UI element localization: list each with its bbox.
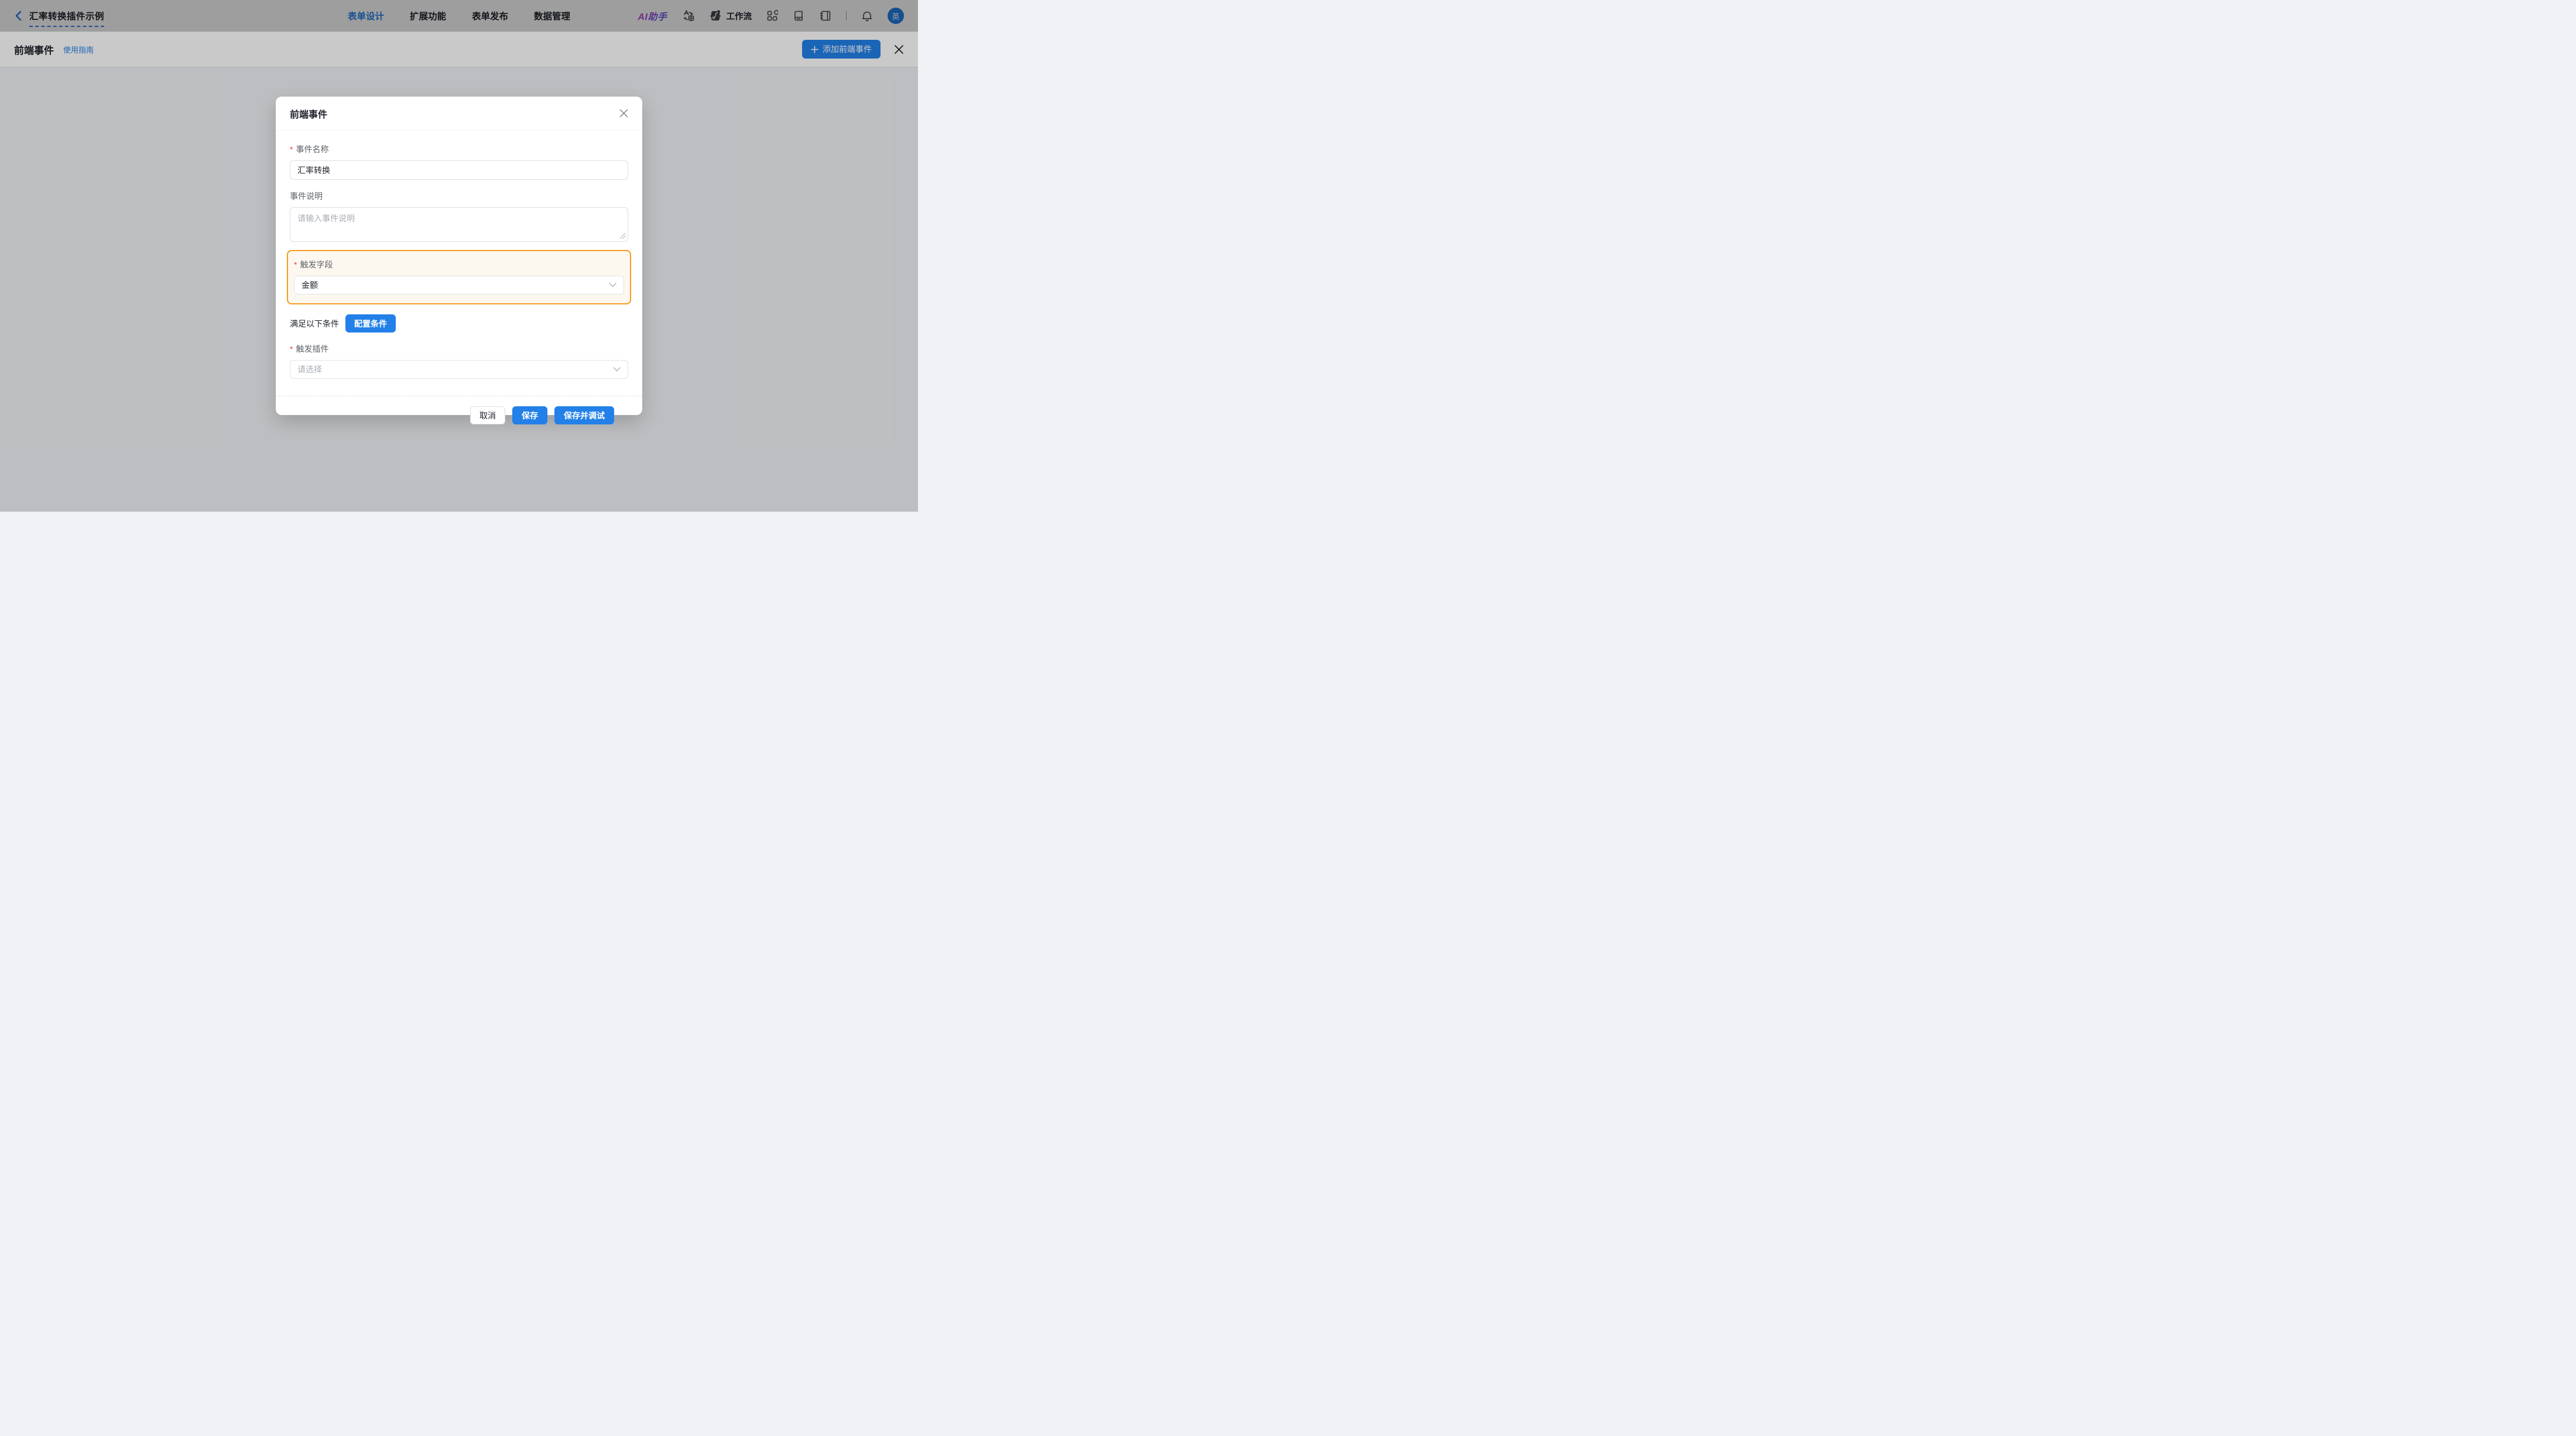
dialog-title: 前端事件 bbox=[290, 109, 328, 120]
trigger-field-label: * 触发字段 bbox=[294, 260, 333, 269]
save-button[interactable]: 保存 bbox=[512, 406, 547, 424]
event-desc-textarea[interactable] bbox=[290, 207, 628, 242]
condition-label: 满足以下条件 bbox=[290, 318, 339, 328]
dialog-header: 前端事件 bbox=[276, 97, 642, 131]
trigger-field-select[interactable]: 金额 bbox=[294, 276, 624, 294]
required-mark: * bbox=[290, 145, 293, 154]
nav-dim-layer bbox=[0, 0, 918, 32]
event-desc-label: 事件说明 bbox=[290, 191, 323, 201]
chevron-down-icon bbox=[613, 367, 621, 372]
dialog-close-icon[interactable] bbox=[619, 109, 628, 118]
condition-row: 满足以下条件 配置条件 bbox=[290, 314, 628, 333]
event-name-input[interactable] bbox=[290, 160, 628, 180]
dialog-body: * 事件名称 事件说明 * 触发字段 金额 满足 bbox=[276, 131, 642, 424]
resize-handle-icon[interactable] bbox=[620, 233, 626, 239]
cancel-button[interactable]: 取消 bbox=[470, 406, 505, 424]
dialog-footer: 取消 保存 保存并调试 bbox=[290, 396, 628, 424]
trigger-plugin-select[interactable]: 请选择 bbox=[290, 360, 628, 379]
event-name-label: * 事件名称 bbox=[290, 145, 329, 154]
trigger-field-highlight-box: * 触发字段 金额 bbox=[287, 250, 631, 304]
trigger-plugin-label: * 触发插件 bbox=[290, 344, 329, 354]
required-mark: * bbox=[290, 344, 293, 354]
chevron-down-icon bbox=[609, 283, 616, 287]
save-and-debug-button[interactable]: 保存并调试 bbox=[554, 406, 614, 424]
frontend-event-dialog: 前端事件 * 事件名称 事件说明 * 触发字段 金额 bbox=[276, 97, 642, 424]
required-mark: * bbox=[294, 260, 297, 269]
configure-condition-button[interactable]: 配置条件 bbox=[345, 314, 396, 333]
